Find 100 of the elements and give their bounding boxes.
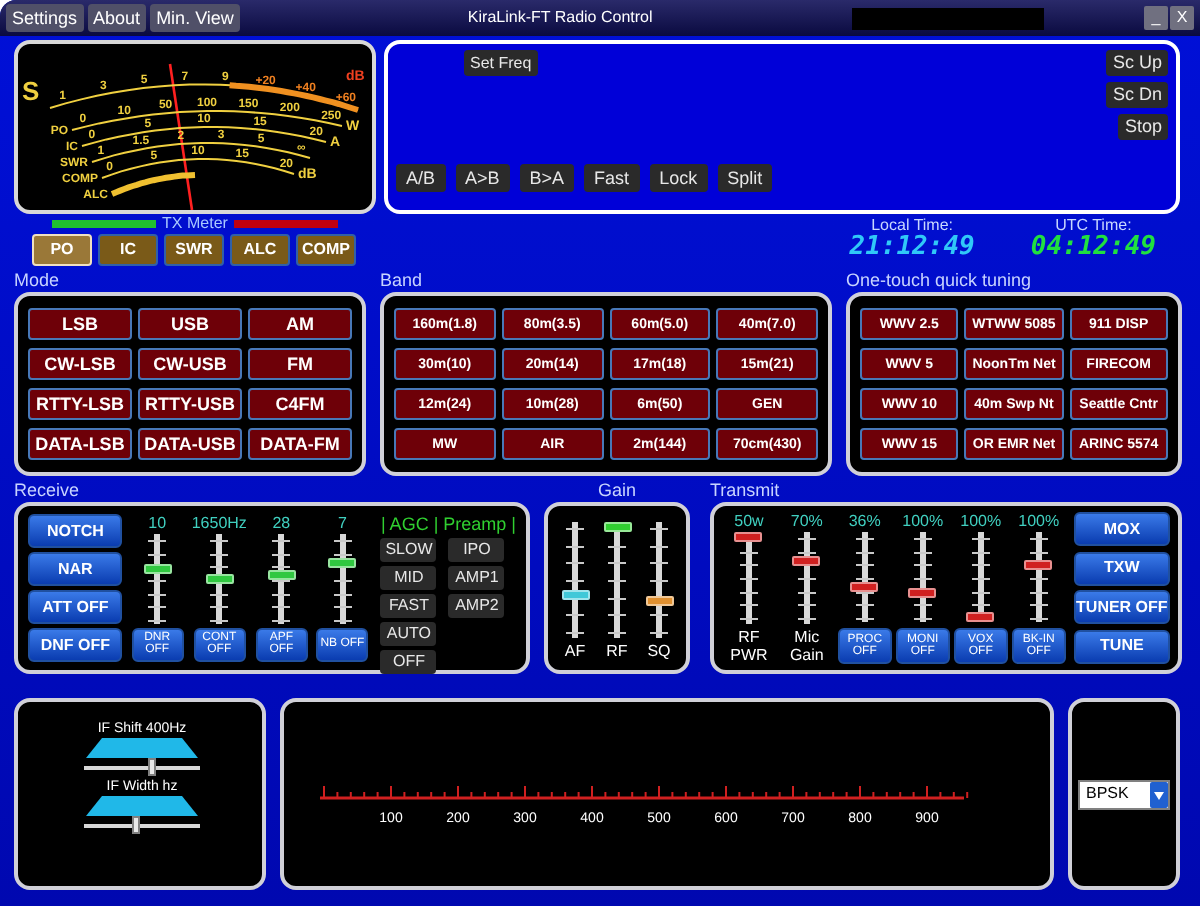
clock-time: 21:12:49 xyxy=(849,234,975,262)
transmit-button[interactable]: TXW xyxy=(1073,551,1170,586)
slider-value: 50w xyxy=(734,512,764,532)
slider-track[interactable] xyxy=(203,534,236,624)
slider-value: 28 xyxy=(272,514,291,534)
clock-label: UTC Time: xyxy=(1055,216,1132,234)
receive-button[interactable]: NAR xyxy=(28,552,123,586)
meter-select-button[interactable]: SWR xyxy=(164,234,224,266)
slider-value: 70% xyxy=(790,512,823,532)
select-value: BPSK xyxy=(1084,786,1131,802)
vfo-button[interactable]: Split xyxy=(717,164,773,192)
minimize-button[interactable]: _ xyxy=(1144,6,1168,30)
horizontal-slider-track[interactable] xyxy=(84,758,200,776)
vfo-button[interactable]: B>A xyxy=(519,164,575,192)
vfo-button[interactable]: Lock xyxy=(649,164,708,192)
agc-button[interactable]: AUTO xyxy=(380,622,437,646)
slider-track[interactable] xyxy=(141,534,174,624)
vfo-button[interactable]: A>B xyxy=(455,164,510,192)
transmit-button[interactable]: TUNER OFF xyxy=(1073,590,1170,625)
scale-name: S xyxy=(22,76,40,106)
scan-button[interactable]: Stop xyxy=(1118,114,1168,140)
slider-track[interactable] xyxy=(906,532,939,623)
transmit-button[interactable]: MOX xyxy=(1073,512,1170,546)
section-title: Transmit xyxy=(710,478,782,502)
mode-button[interactable]: LSB xyxy=(28,308,132,340)
section-title: Gain xyxy=(595,478,638,502)
preamp-button[interactable]: AMP1 xyxy=(448,566,505,590)
agc-button[interactable]: FAST xyxy=(380,594,437,618)
menu-button[interactable]: About xyxy=(87,4,147,32)
mode-button[interactable]: FM xyxy=(248,348,352,380)
passband-icon xyxy=(86,738,198,758)
passband-icon xyxy=(86,796,198,816)
mode-button[interactable]: USB xyxy=(138,308,242,340)
mode-button[interactable]: DATA-FM xyxy=(248,428,352,460)
close-button[interactable]: X xyxy=(1170,6,1194,30)
receive-button[interactable]: ATT OFF xyxy=(28,590,123,624)
mode-button[interactable]: CW-USB xyxy=(138,348,242,380)
agc-button[interactable]: MID xyxy=(380,566,437,590)
slider-thumb[interactable] xyxy=(148,758,157,776)
slider-track[interactable] xyxy=(964,532,997,623)
slider-track[interactable] xyxy=(790,532,823,624)
clock-time: 04:12:49 xyxy=(1030,234,1156,262)
slider-label: RF PWR xyxy=(728,628,770,664)
section-title: Band xyxy=(380,268,425,292)
receive-button[interactable]: NOTCH xyxy=(28,514,123,548)
meter-select-button[interactable]: ALC xyxy=(230,234,290,266)
slider-value: 7 xyxy=(337,514,347,534)
agc-button[interactable]: SLOW xyxy=(380,538,437,562)
transmit-button[interactable]: TUNE xyxy=(1073,629,1170,664)
receive-button[interactable]: DNF OFF xyxy=(28,628,123,662)
meter-indicator-bar xyxy=(233,220,338,228)
window-title: KiraLink-FT Radio Control xyxy=(467,6,655,30)
slider-track[interactable] xyxy=(732,532,765,624)
section-title: One-touch quick tuning xyxy=(846,268,1034,292)
agc-preamp-header: | AGC | Preamp | xyxy=(380,514,517,536)
vfo-button[interactable]: Fast xyxy=(584,164,640,192)
slider-value: 100% xyxy=(960,512,1002,532)
slider-track[interactable] xyxy=(601,522,633,638)
slider-value: 36% xyxy=(848,512,881,532)
clock-label: Local Time: xyxy=(871,216,954,234)
mode-button[interactable]: C4FM xyxy=(248,388,352,420)
slider-track[interactable] xyxy=(848,532,881,623)
mode-select[interactable]: BPSK xyxy=(1078,779,1170,809)
slider-value: 100% xyxy=(1018,512,1060,532)
meter-select-button[interactable]: IC xyxy=(98,234,158,266)
vfo-button[interactable]: A/B xyxy=(396,164,446,192)
slider-track[interactable] xyxy=(326,534,359,624)
preamp-button[interactable]: AMP2 xyxy=(448,594,505,618)
tx-meter-label: TX Meter xyxy=(162,216,228,232)
mode-button[interactable]: RTTY-USB xyxy=(138,388,242,420)
meter-select-button[interactable]: COMP xyxy=(296,234,356,266)
scan-button[interactable]: Sc Dn xyxy=(1106,82,1168,108)
preamp-button[interactable]: IPO xyxy=(448,538,505,562)
slider-track[interactable] xyxy=(1022,532,1055,623)
horizontal-slider-track[interactable] xyxy=(84,816,200,834)
mode-button[interactable]: RTTY-LSB xyxy=(28,388,132,420)
slider-value: 100% xyxy=(902,512,944,532)
alc-bar xyxy=(110,172,196,197)
mode-button[interactable]: DATA-LSB xyxy=(28,428,132,460)
menu-button[interactable]: Settings xyxy=(6,4,84,32)
section-title: Receive xyxy=(14,478,82,502)
menu-button[interactable]: Min. View xyxy=(150,4,240,32)
slider-value: 10 xyxy=(148,514,167,534)
mode-button[interactable]: CW-LSB xyxy=(28,348,132,380)
mode-button[interactable]: DATA-USB xyxy=(138,428,242,460)
slider-track[interactable] xyxy=(643,522,675,638)
slider-track[interactable] xyxy=(559,522,591,638)
slider-track[interactable] xyxy=(265,534,298,624)
scan-button[interactable]: Sc Up xyxy=(1106,50,1168,76)
mode-button[interactable]: AM xyxy=(248,308,352,340)
slider-label: SQ xyxy=(647,644,671,660)
set-freq-button[interactable]: Set Freq xyxy=(464,50,538,76)
slider-label: RF xyxy=(606,644,628,660)
agc-button[interactable]: OFF xyxy=(380,650,437,674)
slider-label: AF xyxy=(564,644,586,660)
slider-label: Mic Gain xyxy=(787,628,826,664)
section-title: Mode xyxy=(14,268,62,292)
meter-select-button[interactable]: PO xyxy=(32,234,92,266)
slider-thumb[interactable] xyxy=(132,816,141,834)
slider-value: 1650Hz xyxy=(191,514,247,534)
